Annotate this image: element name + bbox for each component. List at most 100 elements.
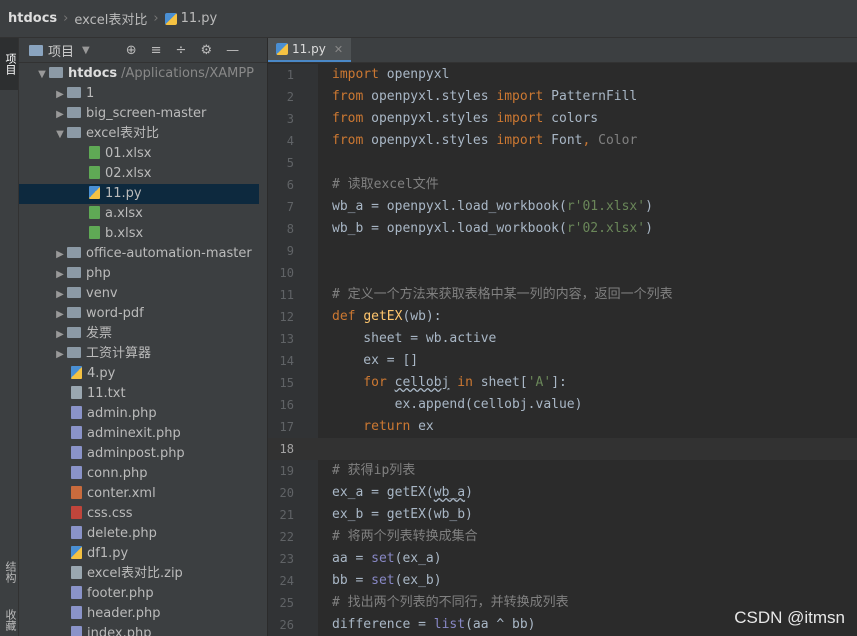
tree-item[interactable]: conter.xml xyxy=(19,484,156,504)
tool-tab-structure[interactable]: 结构 xyxy=(0,548,18,596)
tree-item[interactable]: ▶ office-automation-master xyxy=(19,244,252,264)
code-line[interactable]: 2 from openpyxl.styles import PatternFill xyxy=(268,86,857,108)
collapse-all-icon[interactable]: ÷ xyxy=(176,43,187,58)
code-line[interactable]: 16 ex.append(cellobj.value) xyxy=(268,394,857,416)
code-text: sheet = wb.active xyxy=(332,328,496,350)
chevron-right-icon[interactable]: ▶ xyxy=(53,265,67,285)
tree-item[interactable]: header.php xyxy=(19,604,160,624)
tree-item[interactable]: css.css xyxy=(19,504,133,524)
watermark: CSDN @itmsn xyxy=(734,608,845,627)
tree-item[interactable]: delete.php xyxy=(19,524,157,544)
code-line[interactable]: 23 aa = set(ex_a) xyxy=(268,548,857,570)
tree-item[interactable]: 02.xlsx xyxy=(19,164,151,184)
tree-item[interactable]: 01.xlsx xyxy=(19,144,151,164)
hide-icon[interactable]: — xyxy=(226,43,239,58)
code-line[interactable]: 24 bb = set(ex_b) xyxy=(268,570,857,592)
chevron-right-icon[interactable]: ▶ xyxy=(53,245,67,265)
code-line[interactable]: 18 xyxy=(268,438,857,460)
tree-item[interactable]: 11.py xyxy=(19,184,259,204)
code-text: # 获得ip列表 xyxy=(332,460,415,482)
code-line[interactable]: 12 def getEX(wb): xyxy=(268,306,857,328)
locate-icon[interactable]: ⊕ xyxy=(126,43,137,58)
code-token: ex_a = getEX( xyxy=(332,485,434,500)
code-line[interactable]: 15 for cellobj in sheet['A']: xyxy=(268,372,857,394)
code-line[interactable]: 21 ex_b = getEX(wb_b) xyxy=(268,504,857,526)
breadcrumb-file[interactable]: 11.py xyxy=(181,11,218,26)
line-number: 7 xyxy=(286,200,294,214)
tree-item[interactable]: a.xlsx xyxy=(19,204,143,224)
tree-item[interactable]: excel表对比.zip xyxy=(19,564,183,584)
py-file-icon xyxy=(71,546,82,559)
code-token: sheet[ xyxy=(472,375,528,390)
close-icon[interactable]: ✕ xyxy=(334,43,343,56)
code-line[interactable]: 3 from openpyxl.styles import colors xyxy=(268,108,857,130)
tree-item[interactable]: ▶ big_screen-master xyxy=(19,104,206,124)
tree-item[interactable]: ▶ 发票 xyxy=(19,324,112,344)
tree-item[interactable]: index.php xyxy=(19,624,151,636)
code-line[interactable]: 19 # 获得ip列表 xyxy=(268,460,857,482)
breadcrumb-root[interactable]: htdocs xyxy=(8,11,57,26)
code-line[interactable]: 4 from openpyxl.styles import Font, Color xyxy=(268,130,857,152)
code-line[interactable]: 7 wb_a = openpyxl.load_workbook(r'01.xlsx… xyxy=(268,196,857,218)
tree-item[interactable]: ▶ word-pdf xyxy=(19,304,144,324)
code-line[interactable]: 13 sheet = wb.active xyxy=(268,328,857,350)
code-line[interactable]: 10 xyxy=(268,262,857,284)
chevron-right-icon[interactable]: ▶ xyxy=(53,305,67,325)
tree-item[interactable]: admin.php xyxy=(19,404,157,424)
expand-all-icon[interactable]: ≡ xyxy=(151,43,162,58)
tool-tab-project[interactable]: 项目 xyxy=(0,38,18,90)
code-line[interactable]: 20 ex_a = getEX(wb_a) xyxy=(268,482,857,504)
code-line[interactable]: 11 # 定义一个方法来获取表格中某一列的内容，返回一个列表 xyxy=(268,284,857,306)
editor-tab-label: 11.py xyxy=(292,42,326,56)
tree-item[interactable]: ▶ php xyxy=(19,264,111,284)
tree-item-label: a.xlsx xyxy=(105,206,143,221)
project-view-label[interactable]: 项目 xyxy=(48,41,74,60)
chevron-down-icon[interactable]: ▼ xyxy=(82,45,90,56)
tree-item[interactable]: ▼ htdocs/Applications/XAMPP xyxy=(19,64,254,84)
chevron-right-icon[interactable]: ▶ xyxy=(53,345,67,365)
code-token: set xyxy=(371,573,395,588)
code-line[interactable]: 6 # 读取excel文件 xyxy=(268,174,857,196)
tree-item-label: 1 xyxy=(86,86,95,101)
chevron-right-icon[interactable]: ▶ xyxy=(53,85,67,105)
code-line[interactable]: 5 xyxy=(268,152,857,174)
tree-item[interactable]: adminexit.php xyxy=(19,424,181,444)
tree-item[interactable]: ▶ 1 xyxy=(19,84,94,104)
tree-item-label: venv xyxy=(86,286,118,301)
py-file-icon xyxy=(89,186,100,199)
tool-tab-favorites[interactable]: 收藏 xyxy=(0,604,18,636)
tree-item[interactable]: ▼ excel表对比 xyxy=(19,124,159,144)
tree-item[interactable]: ▶ 工资计算器 xyxy=(19,344,151,364)
chevron-right-icon[interactable]: ▶ xyxy=(53,325,67,345)
editor-tab-11py[interactable]: 11.py ✕ xyxy=(268,38,352,62)
code-line[interactable]: 22 # 将两个列表转换成集合 xyxy=(268,526,857,548)
chevron-down-icon[interactable]: ▼ xyxy=(35,65,49,85)
code-text: # 读取excel文件 xyxy=(332,174,439,196)
tree-item[interactable]: b.xlsx xyxy=(19,224,143,244)
tree-item[interactable]: 4.py xyxy=(19,364,115,384)
code-line[interactable]: 9 xyxy=(268,240,857,262)
tree-item[interactable]: 11.txt xyxy=(19,384,126,404)
folder-icon xyxy=(67,107,81,118)
breadcrumb-folder[interactable]: excel表对比 xyxy=(74,9,147,28)
code-line[interactable]: 1 import openpyxl xyxy=(268,64,857,86)
tree-item-label: php xyxy=(86,266,111,281)
gear-icon[interactable]: ⚙ xyxy=(200,43,212,58)
chevron-down-icon[interactable]: ▼ xyxy=(53,125,67,145)
tree-item-label: 01.xlsx xyxy=(105,146,152,161)
tree-item[interactable]: adminpost.php xyxy=(19,444,185,464)
line-number: 13 xyxy=(279,332,294,346)
code-line[interactable]: 14 ex = [] xyxy=(268,350,857,372)
code-token: ) xyxy=(465,485,473,500)
tree-item[interactable]: conn.php xyxy=(19,464,147,484)
tree-item-label: htdocs xyxy=(68,66,118,81)
code-line[interactable]: 17 return ex xyxy=(268,416,857,438)
line-number: 20 xyxy=(279,486,294,500)
tree-item[interactable]: df1.py xyxy=(19,544,128,564)
chevron-right-icon[interactable]: ▶ xyxy=(53,285,67,305)
tree-item[interactable]: footer.php xyxy=(19,584,154,604)
code-line[interactable]: 8 wb_b = openpyxl.load_workbook(r'02.xlsx… xyxy=(268,218,857,240)
chevron-right-icon[interactable]: ▶ xyxy=(53,105,67,125)
tree-item[interactable]: ▶ venv xyxy=(19,284,118,305)
code-text: from openpyxl.styles import colors xyxy=(332,108,598,130)
